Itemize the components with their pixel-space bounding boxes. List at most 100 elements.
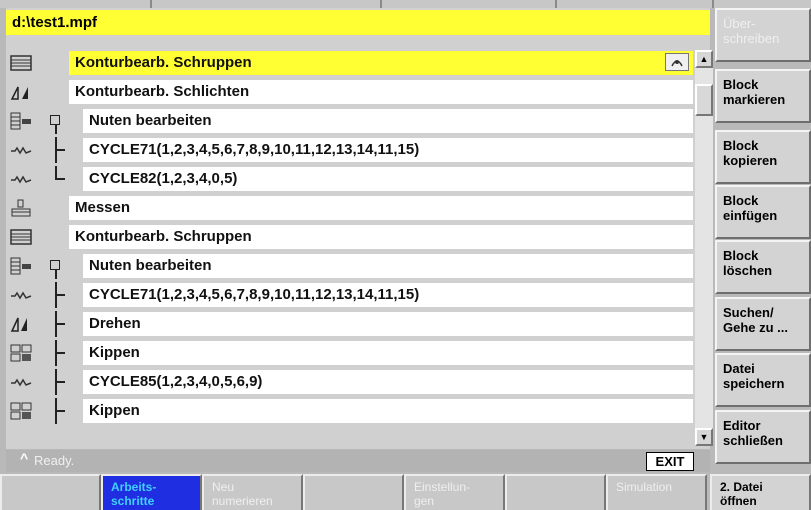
program-step-row[interactable]: Nuten bearbeiten <box>6 108 693 134</box>
softkey-vertical-8[interactable]: Editor schließen <box>715 410 811 464</box>
softkey-horizontal-3[interactable]: Neu numerieren <box>202 474 303 510</box>
tree-connector <box>46 282 72 308</box>
program-step-text: Nuten bearbeiten <box>83 109 693 133</box>
program-step-row[interactable]: Messen <box>6 195 693 221</box>
softkey-label-line1: Einstellun- <box>414 480 471 494</box>
program-step-text: Konturbearb. Schruppen <box>69 225 693 249</box>
program-step-row[interactable]: CYCLE82(1,2,3,4,0,5) <box>6 166 693 192</box>
scroll-up-button[interactable]: ▲ <box>695 50 713 68</box>
softkey-horizontal-5[interactable]: Einstellun-gen <box>404 474 505 510</box>
softkey-label-line1: Neu <box>212 480 235 494</box>
softkey-label-line1: Block <box>723 193 759 208</box>
softkey-label-line2: schließen <box>723 433 783 448</box>
tree-connector <box>46 137 72 163</box>
softkey-label-line2: einfügen <box>723 208 778 223</box>
tilt-icon <box>8 343 34 363</box>
program-step-text: Messen <box>69 196 693 220</box>
softkey-vertical-1[interactable]: Über-schreiben <box>715 8 811 62</box>
grooving-icon <box>8 111 34 131</box>
softkey-vertical-6[interactable]: Suchen/Gehe zu ... <box>715 297 811 351</box>
softkey-label-line1: Suchen/ <box>723 305 774 320</box>
softkey-label-line1: Arbeits- <box>111 480 157 494</box>
program-step-row[interactable]: Nuten bearbeiten <box>6 253 693 279</box>
program-step-text: CYCLE85(1,2,3,4,0,5,6,9) <box>83 370 693 394</box>
softkey-label-line1: Block <box>723 138 759 153</box>
scroll-down-button[interactable]: ▼ <box>695 428 713 446</box>
softkey-label-line2: gen <box>414 494 435 508</box>
program-step-text: Drehen <box>83 312 693 336</box>
tilt-icon <box>8 401 34 421</box>
softkey-vertical-4[interactable]: Block einfügen <box>715 185 811 239</box>
softkey-horizontal-2[interactable]: Arbeits-schritte <box>101 474 202 510</box>
softkey-label-line1: Über- <box>723 16 756 31</box>
softkey-label-line2: markieren <box>723 92 786 107</box>
softkey-vertical-2[interactable]: Block markieren <box>715 69 811 123</box>
program-step-row[interactable]: CYCLE85(1,2,3,4,0,5,6,9) <box>6 369 693 395</box>
softkey-label-line2: schreiben <box>723 31 780 46</box>
program-step-text: CYCLE71(1,2,3,4,5,6,7,8,9,10,11,12,13,14… <box>83 283 693 307</box>
program-step-row[interactable]: CYCLE71(1,2,3,4,5,6,7,8,9,10,11,12,13,14… <box>6 282 693 308</box>
grooving-icon <box>8 256 34 276</box>
softkey-horizontal-8[interactable]: 2. Datei öffnen <box>710 474 811 510</box>
cycle-icon <box>8 285 34 305</box>
program-step-row[interactable]: Konturbearb. Schruppen <box>6 50 693 76</box>
softkey-label-line1: 2. Datei <box>720 480 763 494</box>
roughing-icon <box>8 53 34 73</box>
program-step-row[interactable]: Konturbearb. Schlichten <box>6 79 693 105</box>
program-step-text: Konturbearb. Schlichten <box>69 80 693 104</box>
program-step-row[interactable]: Kippen <box>6 398 693 424</box>
scroll-thumb[interactable] <box>695 84 713 116</box>
tree-connector <box>46 340 72 366</box>
measure-icon <box>8 198 34 218</box>
status-line: ^ Ready. EXIT <box>6 450 710 472</box>
status-text: Ready. <box>34 453 75 468</box>
program-step-row[interactable]: Konturbearb. Schruppen <box>6 224 693 250</box>
program-step-row[interactable]: Drehen <box>6 311 693 337</box>
softkey-label-line1: Block <box>723 77 759 92</box>
cycle-icon <box>8 140 34 160</box>
turning-icon <box>8 314 34 334</box>
program-editor: d:\test1.mpf Konturbearb. Schruppen Kontu… <box>6 8 713 449</box>
status-caret: ^ <box>20 450 29 466</box>
softkey-horizontal-1[interactable] <box>0 474 101 510</box>
program-step-row[interactable]: CYCLE71(1,2,3,4,5,6,7,8,9,10,11,12,13,14… <box>6 137 693 163</box>
softkey-label-line2: speichern <box>723 376 785 391</box>
softkey-vertical-5[interactable]: Block löschen <box>715 240 811 294</box>
softkey-label-line1: Block <box>723 248 759 263</box>
program-step-row[interactable]: Kippen <box>6 340 693 366</box>
program-step-text: Konturbearb. Schruppen <box>69 51 693 75</box>
softkey-horizontal-6[interactable] <box>505 474 606 510</box>
tree-connector <box>46 369 72 395</box>
finishing-icon <box>8 82 34 102</box>
softkey-label-line2: numerieren <box>212 494 273 508</box>
tree-connector <box>46 166 72 192</box>
program-step-text: CYCLE82(1,2,3,4,0,5) <box>83 167 693 191</box>
softkey-vertical-7[interactable]: Datei speichern <box>715 353 811 407</box>
softkey-horizontal-4[interactable] <box>303 474 404 510</box>
cycle-icon <box>8 372 34 392</box>
program-step-text: Kippen <box>83 399 693 423</box>
exit-button[interactable]: EXIT <box>646 452 694 471</box>
top-strip <box>0 0 811 8</box>
softkey-label-line1: Editor <box>723 418 761 433</box>
program-step-text: CYCLE71(1,2,3,4,5,6,7,8,9,10,11,12,13,14… <box>83 138 693 162</box>
program-step-text: Nuten bearbeiten <box>83 254 693 278</box>
softkey-label-line2: Gehe zu ... <box>723 320 789 335</box>
graphic-view-button[interactable] <box>665 53 689 71</box>
scrollbar[interactable]: ▲ ▼ <box>695 50 713 446</box>
softkey-horizontal-7[interactable]: Simulation <box>606 474 707 510</box>
softkey-vertical-3[interactable]: Block kopieren <box>715 130 811 184</box>
roughing-icon <box>8 227 34 247</box>
softkey-label-line1: Datei <box>723 361 755 376</box>
softkey-label-line2: schritte <box>111 494 155 508</box>
file-title: d:\test1.mpf <box>6 10 710 35</box>
graphic-view-icon <box>671 60 683 67</box>
softkey-label-line2: kopieren <box>723 153 778 168</box>
tree-connector <box>46 253 72 279</box>
softkey-label-line1: Simulation <box>616 480 673 494</box>
tree-connector <box>46 311 72 337</box>
softkey-label-line2: öffnen <box>720 494 757 508</box>
softkey-label-line2: löschen <box>723 263 773 278</box>
tree-connector <box>46 398 72 424</box>
program-step-text: Kippen <box>83 341 693 365</box>
